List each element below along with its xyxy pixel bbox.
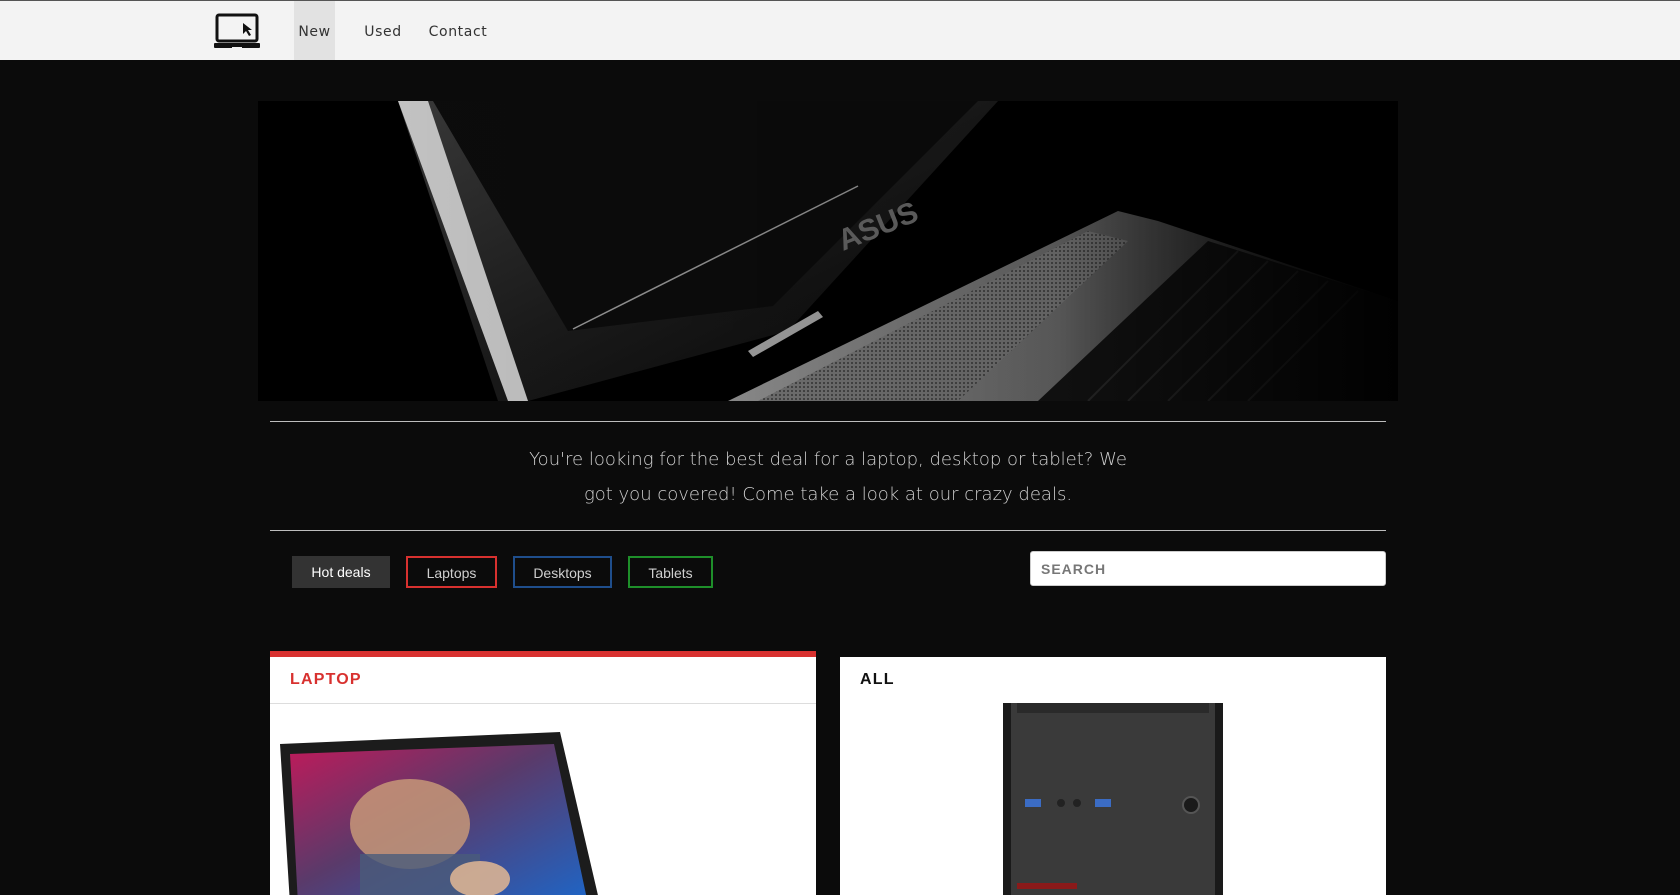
nav-contact[interactable]: Contact <box>425 1 491 60</box>
filter-tablets-button[interactable]: Tablets <box>628 556 713 588</box>
laptop-closeup-image: ASUS <box>258 101 1398 401</box>
nav-new[interactable]: New <box>294 1 335 60</box>
filter-desktops-button[interactable]: Desktops <box>513 556 612 588</box>
filter-hot-deals-button[interactable]: Hot deals <box>292 556 390 588</box>
tagline: You're looking for the best deal for a l… <box>529 449 1127 505</box>
product-card-laptop[interactable]: LAPTOP <box>270 651 816 895</box>
product-card-all[interactable]: ALL <box>840 657 1386 895</box>
nav-used[interactable]: Used <box>360 1 406 60</box>
desktop-tower-image <box>1003 703 1223 895</box>
top-navbar: New Used Contact <box>0 0 1680 60</box>
divider-top <box>270 421 1386 422</box>
hero-banner: ASUS <box>258 101 1398 401</box>
filter-laptops-button[interactable]: Laptops <box>406 556 497 588</box>
laptop-cursor-icon[interactable] <box>214 13 260 51</box>
divider-bottom <box>270 530 1386 531</box>
card-title: ALL <box>860 671 895 688</box>
laptop-product-image <box>280 732 598 895</box>
search-input[interactable] <box>1030 551 1386 586</box>
card-title: LAPTOP <box>270 657 816 704</box>
